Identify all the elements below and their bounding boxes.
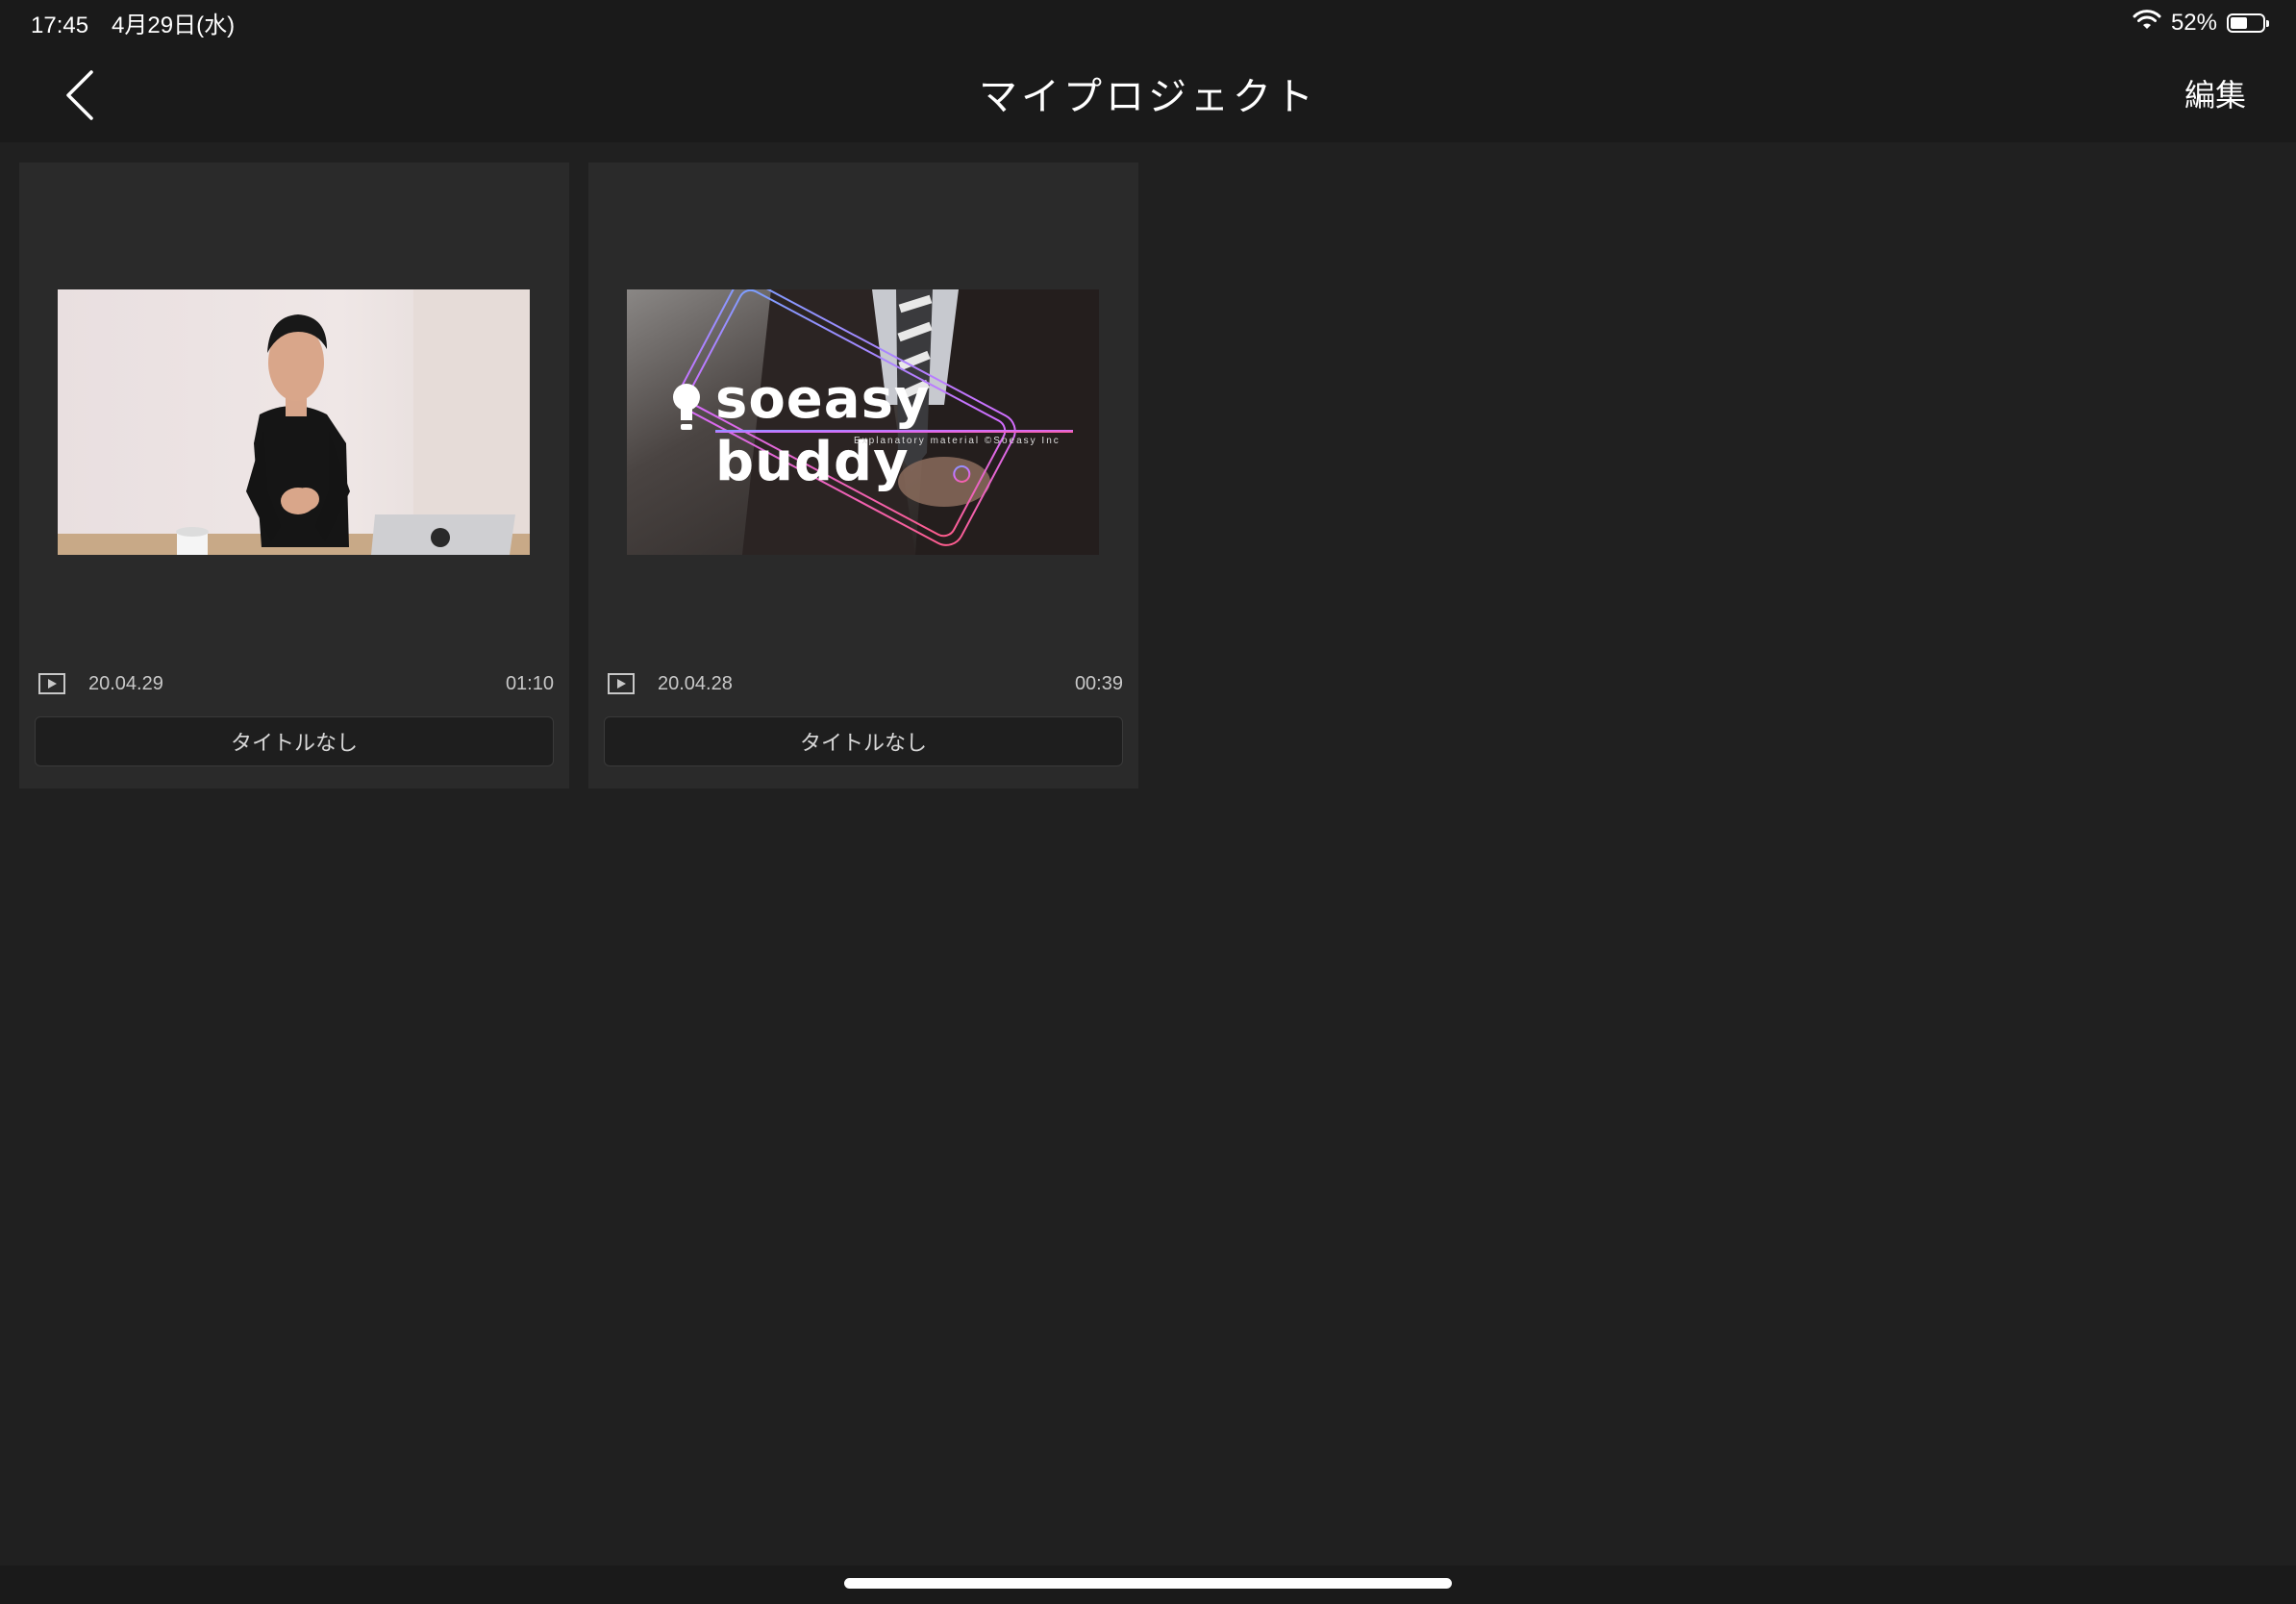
status-time-date: 17:45 4月29日(水) xyxy=(31,13,236,38)
thumbnail-subtitle: Explanatory material ©Soeasy Inc xyxy=(854,436,1061,446)
project-title-button[interactable]: タイトルなし xyxy=(35,716,554,766)
play-icon xyxy=(608,673,635,694)
project-card[interactable]: 20.04.29 01:10 タイトルなし xyxy=(19,163,569,789)
battery-level-fill xyxy=(2231,17,2247,29)
project-date: 20.04.28 xyxy=(658,672,733,694)
play-icon xyxy=(38,673,65,694)
project-date: 20.04.29 xyxy=(88,672,163,694)
thumbnail-image xyxy=(58,289,530,555)
page-title: マイプロジェクト xyxy=(979,75,1317,119)
status-bar: 17:45 4月29日(水) 52% xyxy=(0,0,2296,46)
project-duration: 00:39 xyxy=(1074,672,1123,694)
project-card[interactable]: soeasy buddy Explanatory material ©Soeas… xyxy=(588,163,1138,789)
project-thumbnail[interactable] xyxy=(58,289,530,555)
edit-button[interactable]: 編集 xyxy=(2184,71,2246,115)
thumbnail-brand-text: soeasy buddy xyxy=(715,368,931,493)
battery-percent: 52% xyxy=(2170,10,2217,36)
project-duration: 01:10 xyxy=(505,672,554,694)
navigation-header: マイプロジェクト 編集 xyxy=(0,46,2296,142)
battery-icon xyxy=(2227,13,2269,33)
project-meta: 20.04.29 01:10 xyxy=(35,666,554,701)
home-indicator[interactable] xyxy=(844,1578,1452,1589)
project-title-button[interactable]: タイトルなし xyxy=(604,716,1123,766)
project-thumbnail[interactable]: soeasy buddy Explanatory material ©Soeas… xyxy=(627,289,1099,555)
wifi-icon xyxy=(2133,10,2161,37)
status-right-group: 52% xyxy=(2133,6,2269,40)
screen: 17:45 4月29日(水) 52% マイプロジェクト 編集 20.04.29 … xyxy=(0,0,2296,1604)
project-meta: 20.04.28 00:39 xyxy=(604,666,1123,701)
